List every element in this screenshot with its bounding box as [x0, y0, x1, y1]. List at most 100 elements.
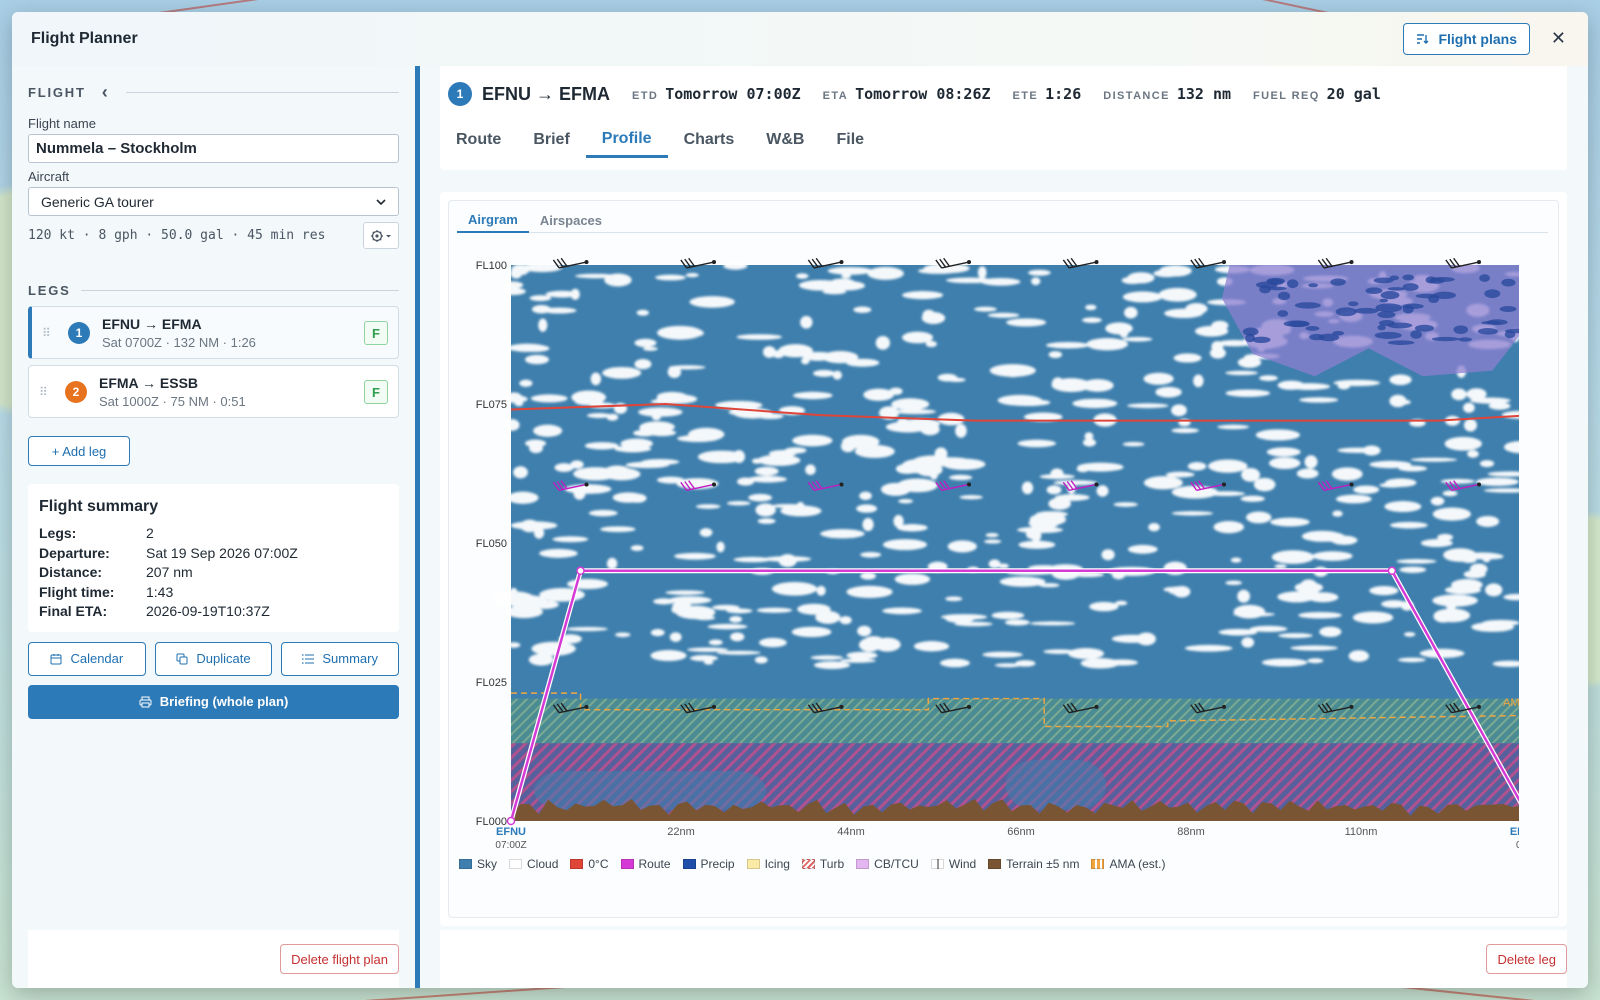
flight-plans-button[interactable]: Flight plans — [1403, 23, 1530, 55]
precip-cell — [1294, 302, 1321, 309]
tab-charts[interactable]: Charts — [668, 122, 751, 158]
cloud-cell — [867, 266, 904, 280]
tab-route[interactable]: Route — [440, 122, 517, 158]
cloud-cell — [748, 493, 773, 502]
add-leg-button[interactable]: + Add leg — [28, 436, 130, 466]
cloud-cell — [656, 394, 698, 404]
precip-cell — [1479, 274, 1490, 282]
tab-profile[interactable]: Profile — [585, 122, 668, 158]
drag-handle-icon[interactable]: ⠿ — [42, 326, 68, 340]
precip-cell — [1374, 331, 1402, 339]
cloud-cell — [712, 604, 740, 611]
cloud-cell — [566, 626, 608, 632]
cloud-cell — [1403, 632, 1416, 637]
cloud-cell — [1225, 370, 1259, 376]
cloud-cell — [1274, 564, 1287, 569]
precip-cell — [1387, 340, 1415, 345]
legend-label: Cloud — [527, 857, 559, 871]
cloud-cell — [810, 655, 844, 660]
delete-flight-plan-button[interactable]: Delete flight plan — [280, 944, 399, 974]
cloud-cell — [902, 331, 934, 344]
flight-section-header: FLIGHT ‹ — [28, 82, 399, 103]
tab-file[interactable]: File — [820, 122, 880, 158]
cloud-cell — [1384, 501, 1422, 513]
collapse-icon[interactable]: ‹ — [96, 82, 116, 103]
y-tick-label: FL100 — [476, 260, 507, 272]
cloud-cell — [1105, 322, 1133, 335]
aircraft-settings-button[interactable] — [363, 222, 399, 249]
summary-row: Departure: Sat 19 Sep 2026 07:00Z — [39, 544, 388, 564]
drag-handle-icon[interactable]: ⠿ — [39, 385, 65, 399]
flight-planner-modal: Flight Planner Flight plans ✕ FLIGHT ‹ F… — [12, 12, 1588, 988]
subtab-airspaces[interactable]: Airspaces — [529, 207, 613, 233]
route-waypoint — [506, 816, 516, 826]
delete-leg-button[interactable]: Delete leg — [1486, 944, 1567, 974]
x-tick-label: 22nm — [667, 826, 695, 838]
airgram-chart[interactable]: AMAFL000FL025FL050FL075FL100EFNU07:00Z22… — [449, 241, 1543, 851]
cloud-cell — [525, 354, 550, 365]
duplicate-button[interactable]: Duplicate — [154, 641, 273, 676]
cloud-cell — [813, 369, 835, 377]
precip-cell — [1402, 283, 1419, 291]
cloud-cell — [668, 365, 706, 370]
precip-cell — [1415, 293, 1439, 299]
legend-item: AMA (est.) — [1091, 857, 1165, 871]
stat-distance: DISTANCE 132 nm — [1103, 85, 1231, 103]
leg-details: Sat 1000Z · 75 NM · 0:51 — [99, 393, 246, 409]
legend-label: CB/TCU — [874, 857, 919, 871]
stat-etd: ETD Tomorrow 07:00Z — [632, 85, 801, 103]
cloud-cell — [882, 539, 928, 551]
leg-number-badge: 2 — [65, 380, 87, 403]
cloud-cell — [507, 642, 521, 648]
cloud-cell — [665, 590, 705, 595]
precip-cell — [1373, 277, 1394, 284]
cloud-cell — [571, 390, 607, 405]
cloud-cell — [893, 514, 904, 528]
cloud-cell — [590, 372, 602, 386]
tab-brief[interactable]: Brief — [517, 122, 585, 158]
leg-item-2[interactable]: ⠿ 2 EFMA → ESSB Sat 1000Z · 75 NM · 0:51… — [28, 365, 399, 418]
close-icon[interactable]: ✕ — [1551, 28, 1566, 48]
cloud-cell — [756, 607, 793, 613]
left-footer: Delete flight plan — [28, 930, 399, 988]
legend-item: Terrain ±5 nm — [988, 857, 1079, 871]
y-tick-label: FL050 — [476, 538, 507, 550]
summary-value: 2 — [146, 525, 154, 541]
precip-cell — [1318, 333, 1340, 342]
cloud-cell — [1050, 468, 1064, 479]
cloud-cell — [688, 427, 725, 442]
cloud-cell — [716, 541, 725, 553]
cloud-cell — [947, 540, 977, 553]
stat-label: ETD — [632, 90, 659, 102]
cloud-cell — [1184, 644, 1233, 652]
precip-cell — [1458, 337, 1472, 342]
stat-label: FUEL REQ — [1253, 90, 1320, 102]
precip-cell — [1375, 303, 1403, 313]
cloud-cell — [685, 273, 699, 278]
cloud-cell — [1085, 304, 1097, 311]
cloud-cell — [625, 439, 641, 452]
precip-cell — [1288, 320, 1310, 328]
wind-barb-dot — [1094, 260, 1099, 265]
cloud-cell — [771, 581, 818, 596]
cloud-cell — [1369, 586, 1399, 596]
cloud-cell — [949, 474, 973, 481]
cloud-cell — [708, 639, 723, 646]
cloud-cell — [1122, 442, 1145, 447]
calendar-button[interactable]: Calendar — [28, 641, 146, 676]
flight-name-input[interactable]: Nummela – Stockholm — [28, 134, 399, 163]
cloud-cell — [1218, 628, 1258, 636]
summary-button[interactable]: Summary — [281, 641, 400, 676]
tab-wb[interactable]: W&B — [750, 122, 820, 158]
leg-item-1[interactable]: ⠿ 1 EFNU → EFMA Sat 0700Z · 132 NM · 1:2… — [28, 306, 399, 359]
legs-section-header: LEGS — [28, 283, 399, 298]
briefing-button[interactable]: Briefing (whole plan) — [28, 684, 399, 719]
cloud-cell — [1089, 601, 1119, 612]
subtab-airgram[interactable]: Airgram — [457, 207, 529, 233]
cloud-cell — [832, 370, 842, 380]
aircraft-select[interactable]: Generic GA tourer — [28, 187, 399, 216]
legend-label: AMA (est.) — [1109, 857, 1166, 871]
summary-row: Flight time: 1:43 — [39, 583, 388, 603]
cloud-cell — [650, 629, 665, 637]
cloud-cell — [1029, 621, 1076, 626]
